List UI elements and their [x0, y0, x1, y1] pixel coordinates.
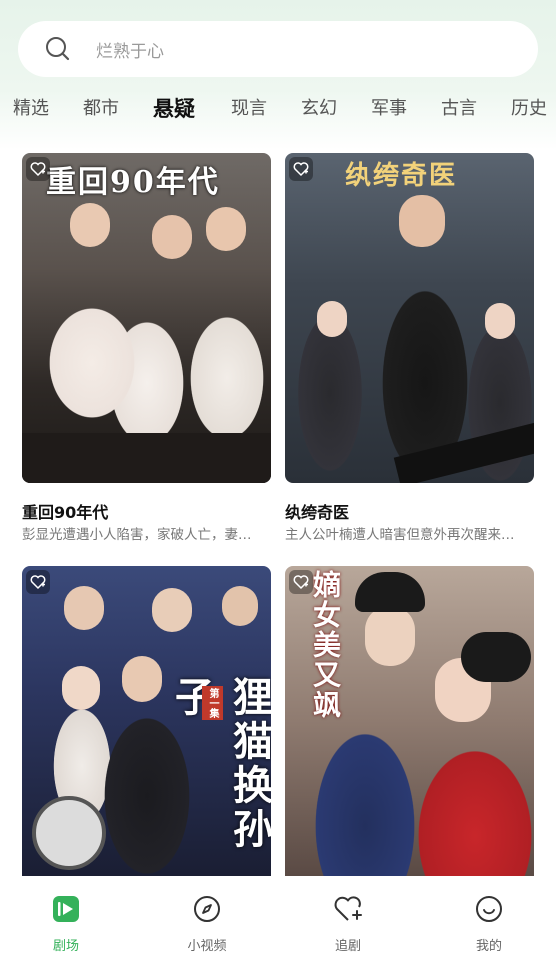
nav-label: 小视频 — [187, 939, 227, 954]
nav-follow[interactable]: 追剧 — [308, 894, 388, 964]
add-favorite-icon[interactable] — [289, 157, 313, 181]
nav-mine[interactable]: 我的 — [449, 894, 529, 964]
tab-xianyan[interactable]: 现言 — [231, 92, 267, 126]
drama-poster[interactable]: 纨绔奇医 — [285, 153, 534, 483]
theater-icon — [53, 896, 79, 922]
category-tabs: 精选 都市 悬疑 现言 玄幻 军事 古言 历史 — [0, 92, 556, 126]
nav-label: 剧场 — [52, 939, 79, 954]
nav-label: 追剧 — [334, 939, 361, 954]
add-favorite-icon[interactable] — [26, 570, 50, 594]
poster-title-art: 重回90年代 — [46, 165, 220, 200]
drama-card[interactable]: 嫡女美又飒 — [285, 566, 534, 876]
drama-title[interactable]: 重回90年代 — [22, 499, 108, 523]
drama-poster[interactable]: 重回90年代 — [22, 153, 271, 483]
compass-icon — [194, 896, 220, 922]
tab-jingxuan[interactable]: 精选 — [13, 92, 49, 126]
nav-short-video[interactable]: 小视频 — [167, 894, 247, 964]
drama-poster[interactable]: 嫡女美又飒 — [285, 566, 534, 876]
search-placeholder: 烂熟于心 — [96, 41, 164, 62]
search-icon — [46, 37, 70, 61]
tab-lishi[interactable]: 历史 — [511, 92, 547, 126]
tab-xuanhuan[interactable]: 玄幻 — [301, 92, 337, 126]
nav-theater[interactable]: 剧场 — [26, 894, 106, 964]
drama-title[interactable]: 纨绔奇医 — [285, 499, 349, 523]
tab-junshi[interactable]: 军事 — [371, 92, 407, 126]
tab-dushi[interactable]: 都市 — [83, 92, 119, 126]
bottom-nav: 剧场 小视频 追剧 我的 — [0, 876, 556, 972]
drama-description: 主人公叶楠遭人暗害但意外再次醒来… — [285, 527, 515, 543]
search-bar[interactable]: 烂熟于心 — [18, 21, 538, 77]
drama-card[interactable]: 狸猫换孙子 第一集 — [22, 566, 271, 876]
poster-title-art: 嫡女美又飒 — [309, 570, 342, 720]
drama-card[interactable]: 纨绔奇医 纨绔奇医 主人公叶楠遭人暗害但意外再次醒来… — [285, 153, 534, 553]
heart-plus-icon — [334, 896, 362, 921]
nav-label: 我的 — [475, 939, 502, 954]
tab-xuanyi[interactable]: 悬疑 — [153, 92, 195, 126]
poster-episode-badge: 第一集 — [202, 686, 223, 720]
smile-icon — [476, 896, 502, 922]
add-favorite-icon[interactable] — [289, 570, 313, 594]
add-favorite-icon[interactable] — [26, 157, 50, 181]
drama-poster[interactable]: 狸猫换孙子 第一集 — [22, 566, 271, 876]
tab-guyan[interactable]: 古言 — [441, 92, 477, 126]
poster-title-art: 纨绔奇医 — [345, 161, 458, 191]
drama-description: 彭显光遭遇小人陷害，家破人亡，妻… — [22, 527, 252, 543]
drama-card[interactable]: 重回90年代 重回90年代 彭显光遭遇小人陷害，家破人亡，妻… — [22, 153, 271, 553]
